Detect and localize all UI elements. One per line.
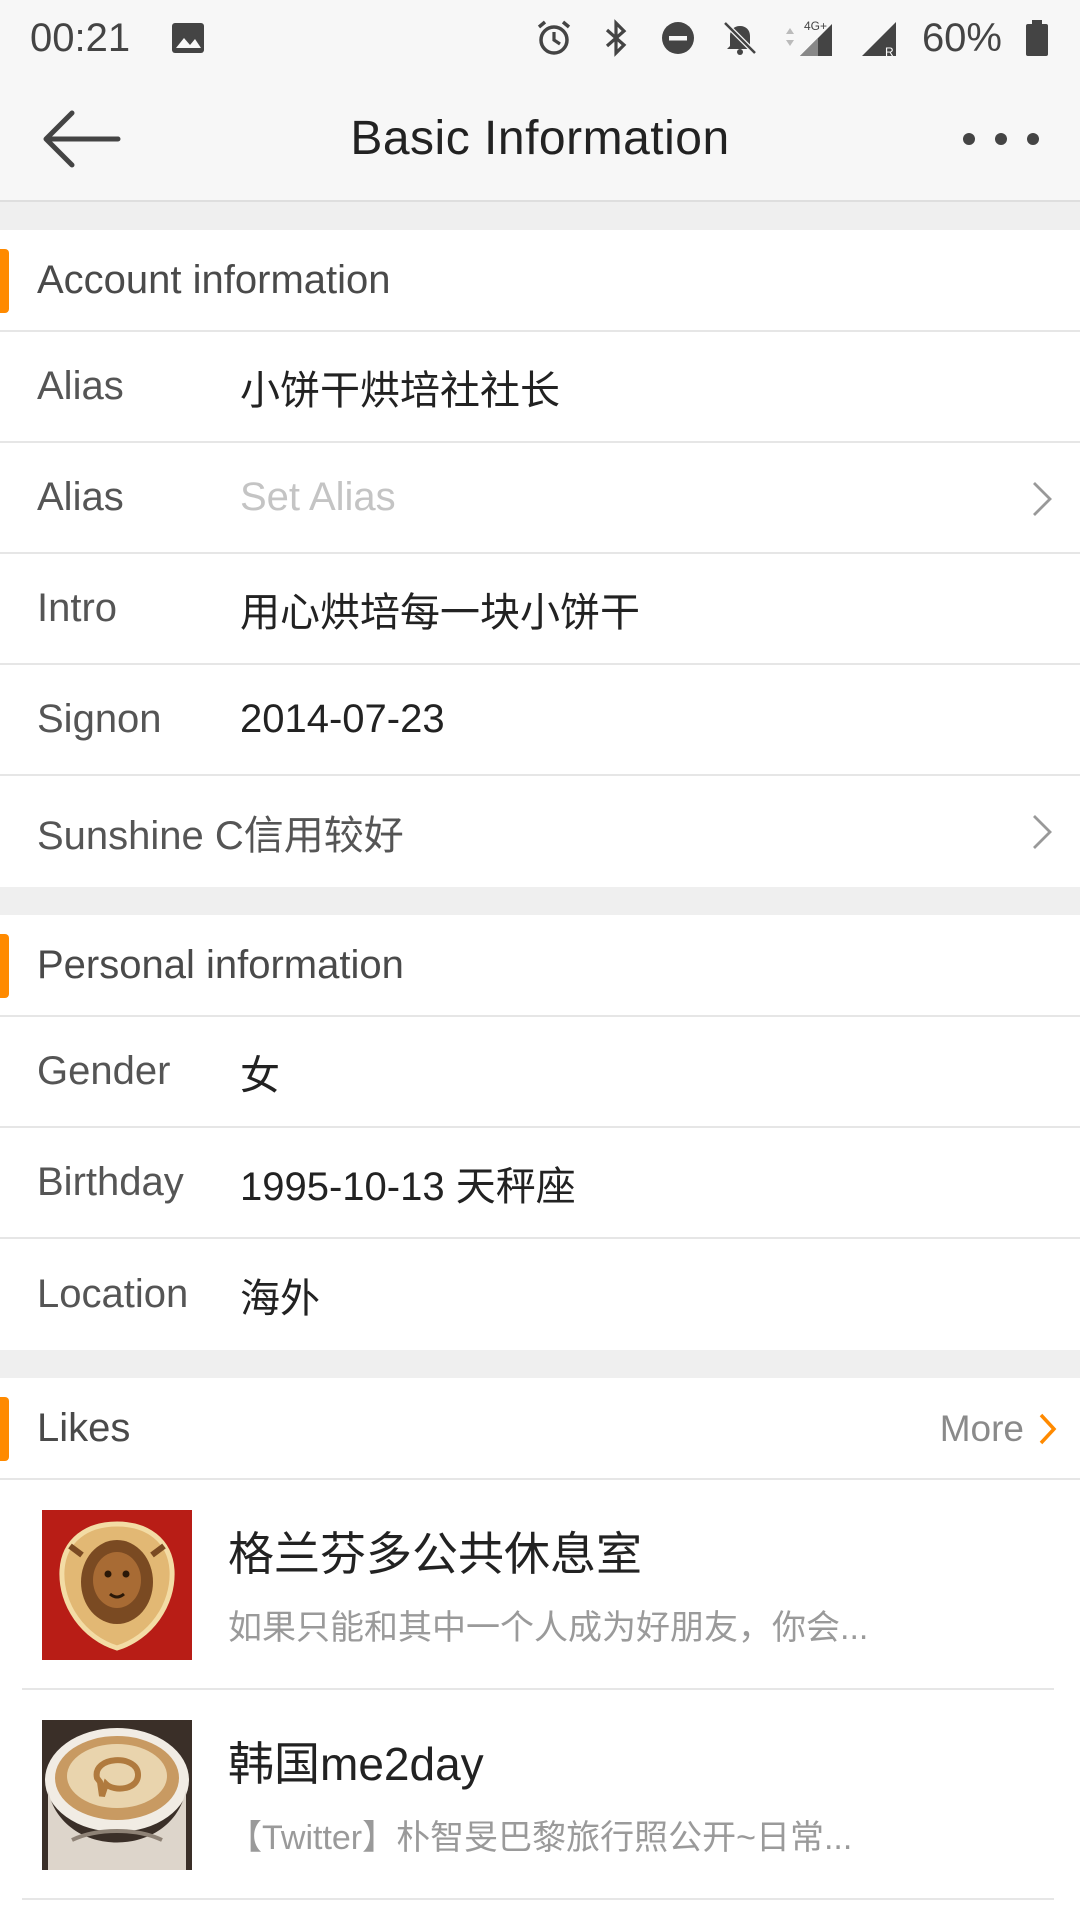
row-intro: Intro 用心烘培每一块小饼干 <box>0 554 1080 665</box>
signon-value: 2014-07-23 <box>240 697 445 741</box>
image-notification-icon <box>172 23 205 53</box>
location-value: 海外 <box>240 1276 320 1321</box>
section-accent-bar <box>0 934 9 998</box>
section-title: Account information <box>37 257 391 302</box>
do-not-disturb-icon <box>661 22 694 54</box>
row-signon: Signon 2014-07-23 <box>0 665 1080 776</box>
svg-text:4G+: 4G+ <box>804 19 827 33</box>
section-divider <box>0 202 1080 230</box>
row-label: Signon <box>37 697 162 741</box>
chevron-right-icon <box>1039 1413 1057 1445</box>
like-description: 如果只能和其中一个人成为好朋友，你会... <box>228 1609 869 1647</box>
more-label: More <box>939 1408 1024 1449</box>
row-label: Intro <box>37 586 118 630</box>
row-label: Gender <box>37 1049 171 1093</box>
back-arrow-icon[interactable] <box>36 104 126 174</box>
like-title: 韩国me2day <box>228 1738 484 1790</box>
like-item[interactable]: 格兰芬多公共休息室 如果只能和其中一个人成为好朋友，你会... <box>22 1480 1054 1690</box>
row-alias: Alias 小饼干烘培社社长 <box>0 332 1080 443</box>
sunshine-credit-label: Sunshine C信用较好 <box>37 813 404 858</box>
section-divider <box>0 1350 1080 1378</box>
signal-4g-icon: 4G+ <box>785 19 832 56</box>
alias-value: 小饼干烘培社社长 <box>240 368 560 413</box>
row-birthday: Birthday 1995-10-13 天秤座 <box>0 1128 1080 1239</box>
latte-art-thumbnail <box>42 1720 192 1870</box>
notifications-off-icon <box>723 21 757 55</box>
likes-more-link[interactable]: More <box>940 1378 1058 1480</box>
battery-icon <box>1026 20 1048 56</box>
more-options-icon[interactable] <box>958 114 1044 164</box>
like-title: 格兰芬多公共休息室 <box>228 1528 642 1580</box>
profile-content: Account information Alias 小饼干烘培社社长 Alias… <box>0 202 1080 1900</box>
like-description: 【Twitter】朴智旻巴黎旅行照公开~日常... <box>228 1819 853 1857</box>
row-sunshine-credit[interactable]: Sunshine C信用较好 <box>0 776 1080 887</box>
row-location: Location 海外 <box>0 1239 1080 1350</box>
alarm-icon <box>537 20 571 55</box>
section-divider <box>0 887 1080 915</box>
page-title: Basic Information <box>350 111 730 165</box>
section-title: Likes <box>37 1405 131 1450</box>
row-label: Alias <box>37 475 124 519</box>
gryffindor-crest-thumbnail <box>42 1510 192 1660</box>
status-time: 00:21 <box>30 15 131 60</box>
section-title: Personal information <box>37 942 404 987</box>
gender-value: 女 <box>240 1053 280 1098</box>
battery-percent: 60% <box>921 15 1002 60</box>
section-accent-bar <box>0 1397 9 1461</box>
birthday-value: 1995-10-13 天秤座 <box>240 1164 576 1209</box>
row-label: Location <box>37 1272 189 1316</box>
signal-roaming-icon: R <box>861 22 896 58</box>
status-bar: 00:21 4G+ R 60% <box>0 0 1080 76</box>
section-account-information: Account information <box>0 230 1080 332</box>
row-gender: Gender 女 <box>0 1017 1080 1128</box>
title-bar: Basic Information <box>0 76 1080 202</box>
row-label: Alias <box>37 364 124 408</box>
svg-text:R: R <box>885 45 894 58</box>
row-set-alias[interactable]: Alias Set Alias <box>0 443 1080 554</box>
bluetooth-icon <box>605 19 627 57</box>
section-accent-bar <box>0 249 9 313</box>
row-label: Birthday <box>37 1160 184 1204</box>
like-item[interactable]: 韩国me2day 【Twitter】朴智旻巴黎旅行照公开~日常... <box>22 1690 1054 1900</box>
intro-value: 用心烘培每一块小饼干 <box>240 590 640 635</box>
chevron-right-icon <box>1033 482 1052 516</box>
chevron-right-icon <box>1033 815 1052 849</box>
set-alias-placeholder: Set Alias <box>240 475 396 519</box>
section-personal-information: Personal information <box>0 915 1080 1017</box>
section-likes: Likes More <box>0 1378 1080 1480</box>
